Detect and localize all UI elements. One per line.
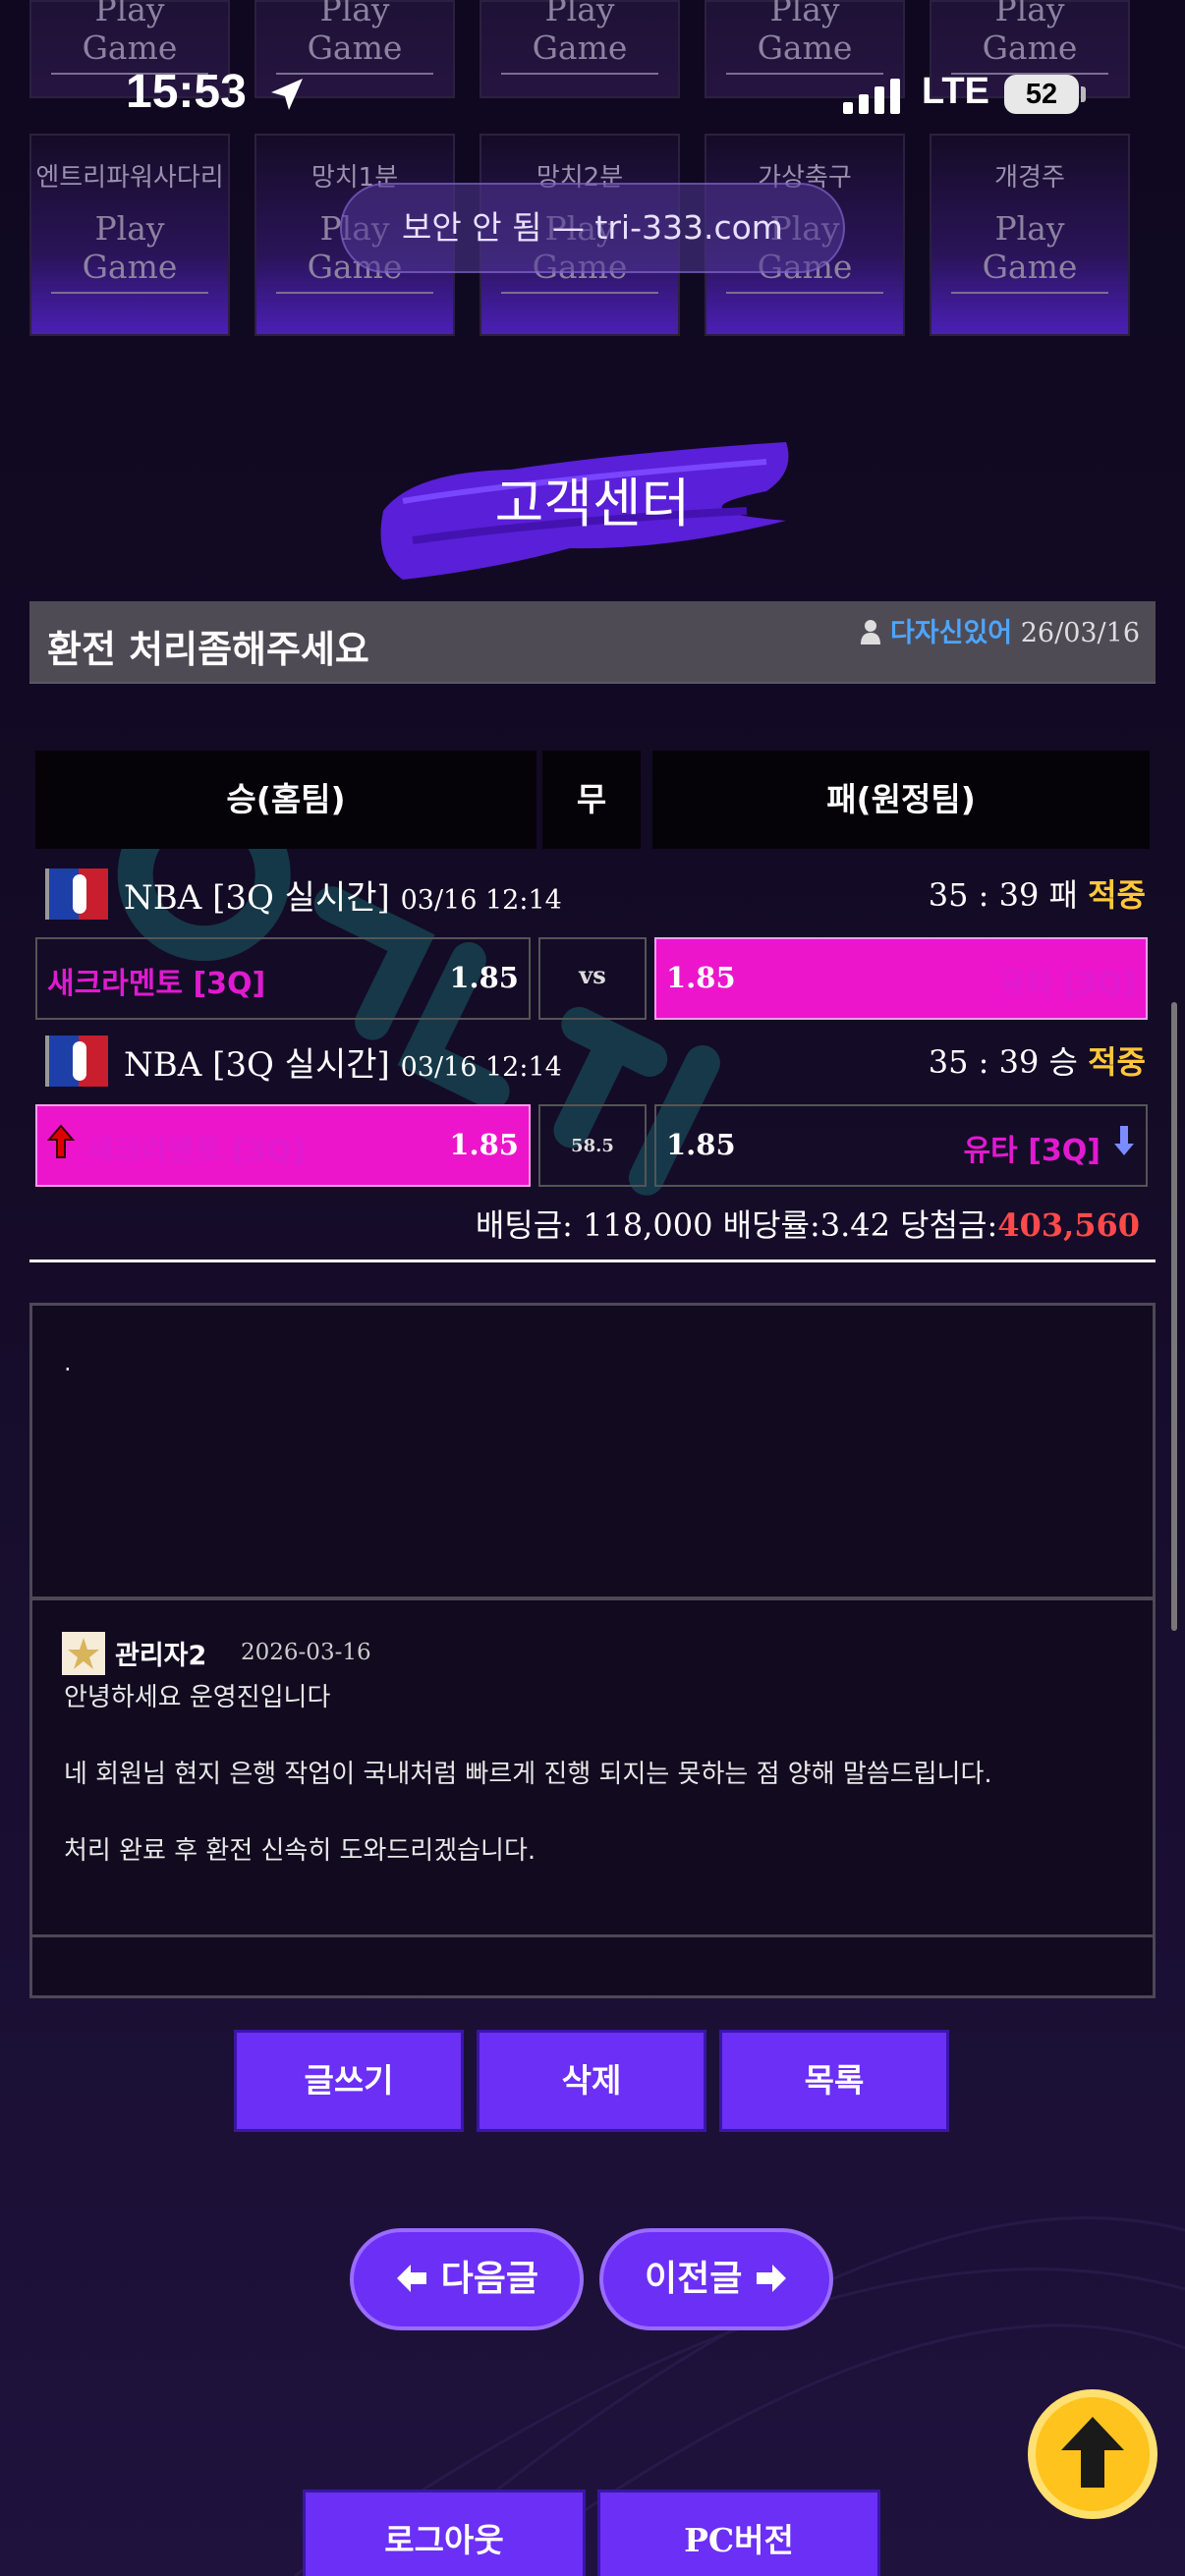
pc-version-button[interactable]: PC버전: [597, 2490, 880, 2576]
browser-url-bar[interactable]: 보안 안 됨 — tri-333.com: [340, 183, 845, 273]
post-title: 환전 처리좀해주세요: [47, 628, 369, 671]
game-tile-dog-race[interactable]: 개경주 Play Game: [930, 134, 1130, 336]
next-post-label: 다음글: [440, 2259, 538, 2299]
arrow-up-icon: [1061, 2417, 1124, 2488]
scrollbar[interactable]: [1171, 1002, 1177, 1631]
location-arrow-icon: [271, 79, 303, 110]
away-pick-cell[interactable]: 1.85 유타 [3Q]: [654, 1104, 1148, 1187]
signal-bars-icon: [843, 79, 900, 114]
away-team: 유타 [3Q]: [998, 967, 1136, 1001]
away-team: 유타 [3Q]: [963, 1134, 1100, 1168]
total-odds: 3.42: [819, 1206, 890, 1244]
handicap-cell[interactable]: 58.5: [538, 1104, 647, 1187]
play-game-label: Play Game: [51, 209, 208, 294]
scroll-to-top-button[interactable]: [1028, 2389, 1157, 2519]
play-game-label: Play Game: [726, 0, 883, 75]
comment-line: 네 회원님 현지 은행 작업이 국내처럼 빠르게 진행 되지는 못하는 점 양해…: [64, 1760, 992, 1789]
vs-label: vs: [579, 961, 606, 989]
play-game-label: Play Game: [276, 0, 433, 75]
arrow-down-icon: [1114, 1126, 1134, 1155]
game-tile-name: 엔트리파워사다리: [35, 163, 224, 193]
home-odds: 1.85: [449, 1128, 519, 1161]
league-name: NBA [3Q 실시간]: [124, 878, 390, 918]
divider: [29, 1260, 1156, 1262]
game-time: 03/16 12:14: [400, 1052, 562, 1083]
bet-summary: 배팅금: 118,000 배당률:3.42 당첨금:403,560: [476, 1201, 1140, 1246]
background-arcs: [294, 2216, 1185, 2576]
page-title: 고객센터: [494, 473, 691, 534]
result-badge: 적중: [1088, 1043, 1146, 1081]
arrow-right-icon: [756, 2265, 786, 2292]
win-amount: 403,560: [997, 1206, 1140, 1244]
comment-user: 관리자2: [115, 1641, 207, 1671]
game-title: NBA [3Q 실시간] 03/16 12:14: [124, 870, 562, 919]
nba-logo: [45, 868, 108, 920]
post-content-box: . 관리자2 2026-03-16 안녕하세요 운영진입니다 네 회원님 현지 …: [29, 1303, 1156, 1998]
battery-icon: 52: [1004, 75, 1079, 114]
away-odds: 1.85: [666, 1128, 736, 1161]
home-odds: 1.85: [449, 961, 519, 994]
game-time: 03/16 12:14: [400, 885, 562, 916]
header-home: 승(홈팀): [35, 751, 536, 849]
network-type: LTE: [922, 71, 989, 112]
comment-divider: [32, 1596, 1153, 1600]
comment-date: 2026-03-16: [241, 1640, 371, 1665]
header-draw: 무: [542, 751, 641, 849]
play-game-label: Play Game: [951, 0, 1108, 75]
game-score: 35 : 39 패 적중: [929, 870, 1146, 916]
game-tile-name: 개경주: [994, 163, 1065, 193]
post-header: 환전 처리좀해주세요 다자신있어 26/03/16: [29, 601, 1156, 684]
arrow-up-icon: [47, 1124, 75, 1158]
game-info-row: NBA [3Q 실시간] 03/16 12:14 35 : 39 패 적중: [45, 868, 1146, 924]
play-game-label: Play Game: [951, 209, 1108, 294]
game-tile-entry-ladder[interactable]: 엔트리파워사다리 Play Game: [29, 134, 230, 336]
prev-post-label: 이전글: [645, 2259, 743, 2299]
comment-line: 처리 완료 후 환전 신속히 도와드리겠습니다.: [64, 1836, 536, 1866]
game-info-row: NBA [3Q 실시간] 03/16 12:14 35 : 39 승 적중: [45, 1036, 1146, 1091]
comment-line: 안녕하세요 운영진입니다: [64, 1683, 331, 1712]
home-team: 새크라멘토 [3Q]: [47, 967, 266, 1001]
win-label: 당첨금:: [900, 1206, 998, 1244]
delete-button[interactable]: 삭제: [477, 2030, 706, 2132]
game-title: NBA [3Q 실시간] 03/16 12:14: [124, 1037, 562, 1086]
bet-amount: 118,000: [583, 1206, 713, 1244]
prev-post-button[interactable]: 이전글: [599, 2228, 833, 2330]
list-button[interactable]: 목록: [719, 2030, 949, 2132]
bet-label: 배팅금:: [475, 1206, 573, 1244]
score-text: 35 : 39 패: [928, 876, 1078, 914]
status-time: 15:53: [126, 66, 247, 118]
odds-label: 배당률:: [722, 1206, 820, 1244]
comment-bottom-divider: [32, 1934, 1153, 1937]
post-date: 26/03/16: [1020, 618, 1140, 648]
away-odds: 1.85: [666, 961, 736, 994]
draw-cell[interactable]: vs: [538, 937, 647, 1020]
handicap-value: 58.5: [571, 1136, 614, 1156]
result-badge: 적중: [1088, 876, 1146, 914]
user-icon: [861, 620, 881, 644]
logout-button[interactable]: 로그아웃: [303, 2490, 586, 2576]
arrow-left-icon: [397, 2265, 427, 2292]
home-team: 새크라멘토 [3Q]: [86, 1134, 306, 1168]
nba-logo: [45, 1036, 108, 1087]
header-away: 패(원정팀): [652, 751, 1150, 849]
post-meta: 다자신있어 26/03/16: [860, 611, 1140, 649]
play-game-label: Play Game: [51, 0, 208, 75]
home-pick-cell[interactable]: 새크라멘토 [3Q] 1.85: [35, 937, 531, 1020]
admin-avatar: [62, 1632, 105, 1675]
write-button[interactable]: 글쓰기: [234, 2030, 464, 2132]
score-text: 35 : 39 승: [928, 1043, 1078, 1081]
away-pick-cell-selected[interactable]: 1.85 유타 [3Q]: [654, 937, 1148, 1020]
post-body: .: [64, 1349, 72, 1376]
game-tile[interactable]: Play Game: [480, 0, 680, 98]
next-post-button[interactable]: 다음글: [350, 2228, 584, 2330]
post-author[interactable]: 다자신있어: [890, 618, 1012, 648]
play-game-label: Play Game: [501, 0, 658, 75]
league-name: NBA [3Q 실시간]: [124, 1045, 390, 1085]
game-score: 35 : 39 승 적중: [929, 1037, 1146, 1083]
home-pick-cell-selected[interactable]: 새크라멘토 [3Q] 1.85: [35, 1104, 531, 1187]
battery-tip: [1081, 86, 1086, 102]
